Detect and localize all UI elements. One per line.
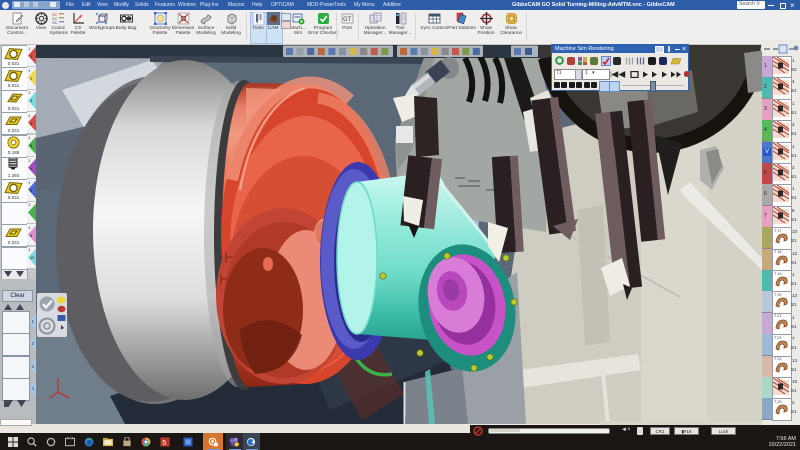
svg-text:SC: SC [52, 20, 58, 25]
svg-text:GT: GT [343, 17, 352, 23]
svg-text:5: 5 [162, 438, 166, 447]
